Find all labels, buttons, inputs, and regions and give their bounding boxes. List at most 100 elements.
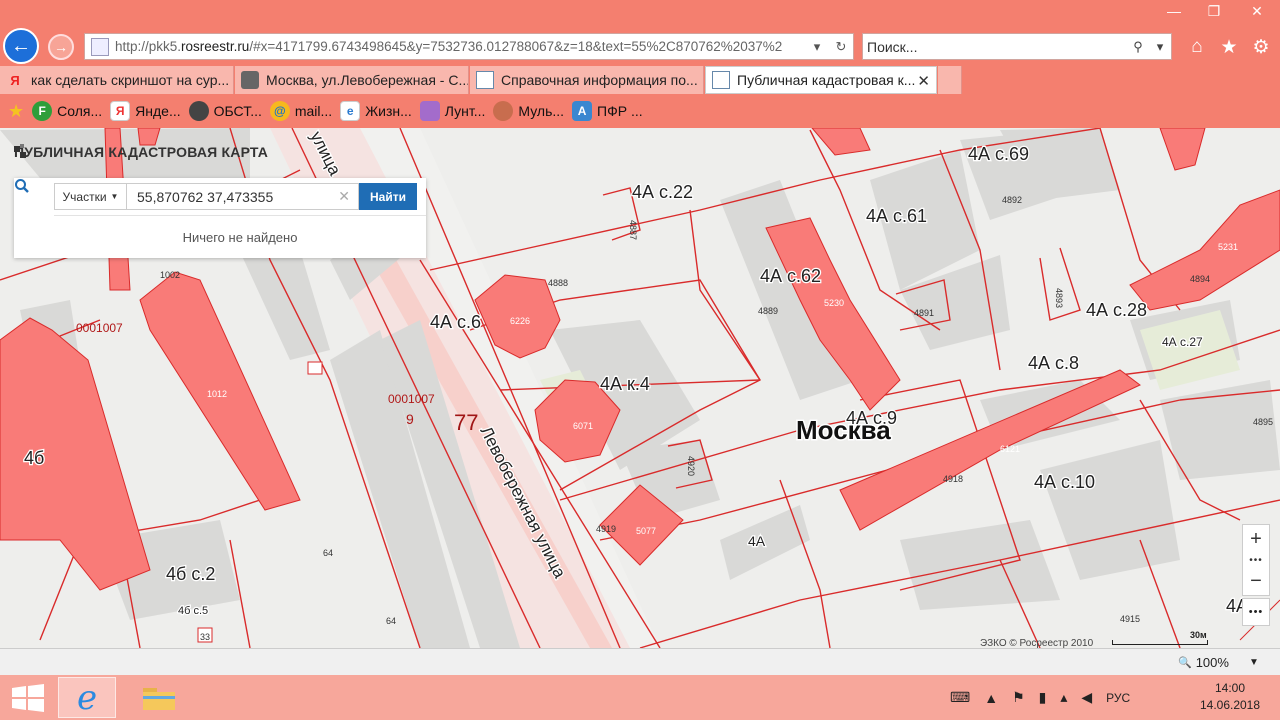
zoom-in-button[interactable]: + [1243, 525, 1269, 553]
pfr-icon: A [572, 101, 593, 121]
close-window-button[interactable]: ✕ [1234, 0, 1280, 22]
search-icon[interactable]: ⚲ [1127, 39, 1149, 55]
keyboard-icon[interactable]: ⌨ [950, 689, 970, 706]
zoom-out-button[interactable]: − [1243, 567, 1269, 595]
tab-label: Публичная кадастровая к... [737, 72, 916, 88]
navigation-row: ← → http://pkk5.rosreestr.ru/#x=4171799.… [0, 26, 1280, 66]
avatar-icon [188, 101, 209, 121]
building-label: 4А с.62 [760, 266, 821, 286]
search-icon[interactable] [14, 178, 54, 215]
more-tools-button[interactable]: ••• [1242, 598, 1270, 626]
add-favorite-star-icon[interactable]: ★ [8, 101, 24, 122]
clock[interactable]: 14:00 14.06.2018 [1190, 680, 1270, 714]
favorite-item[interactable]: @ mail... [269, 101, 332, 121]
windows-start-icon[interactable] [8, 683, 48, 713]
building-label: 4А с.27 [1162, 335, 1203, 349]
tab-reference-info[interactable]: Справочная информация по... [470, 66, 704, 94]
home-icon[interactable]: ⌂ [1182, 35, 1212, 59]
zoom-level[interactable]: 🔍 100% ▼ [1178, 655, 1259, 670]
tab-moscow-street[interactable]: Москва, ул.Левобережная - С... [235, 66, 469, 94]
tab-label: Справочная информация по... [501, 72, 698, 88]
browser-status-bar: 🔍 100% ▼ [0, 648, 1280, 675]
building-label: 4А с.28 [1086, 300, 1147, 320]
settings-gear-icon[interactable]: ⚙ [1246, 35, 1276, 59]
favorite-item[interactable]: Лунт... [419, 101, 485, 121]
battery-icon[interactable]: ▮ [1039, 689, 1047, 706]
page-favicon-icon [91, 37, 109, 56]
cadastral-map[interactable]: 4А с.69 4А с.22 4А с.61 4А с.62 4А с.28 … [0, 128, 1280, 648]
forward-button[interactable]: → [48, 34, 74, 60]
parcel-label: 1012 [207, 389, 227, 399]
building-label: 4А с.8 [1028, 353, 1079, 373]
parcel-label: 4892 [1002, 195, 1022, 205]
parcel-label: 64 [386, 616, 396, 626]
folder-icon [143, 687, 175, 710]
favorite-item[interactable]: ОБСТ... [188, 101, 262, 121]
taskbar-ie-app[interactable]: e [58, 677, 116, 718]
minimize-button[interactable]: — [1154, 0, 1194, 22]
zoom-slider-handle[interactable]: ••• [1243, 553, 1269, 567]
parcel-label: 6071 [573, 421, 593, 431]
browser-search-input[interactable] [867, 38, 1127, 55]
favorite-item[interactable]: Муль... [493, 101, 564, 121]
district-number: 77 [454, 410, 478, 435]
map-search-input[interactable]: 55,870762 37,473355 ✕ [127, 183, 359, 210]
refresh-icon[interactable]: ↻ [829, 39, 853, 55]
favorite-item[interactable]: Я Янде... [110, 101, 181, 121]
signal-icon[interactable]: ▴ [1060, 689, 1067, 706]
cartoon-icon [493, 101, 514, 121]
clear-icon[interactable]: ✕ [338, 188, 350, 205]
maximize-button[interactable]: ❐ [1194, 0, 1234, 22]
tray-expand-icon[interactable]: ▲ [984, 690, 998, 706]
search-dropdown-icon[interactable]: ▾ [1149, 39, 1171, 55]
rosreestr-icon [712, 71, 730, 89]
map-attribution: ЭЗКО © Росреестр 2010 [980, 638, 1094, 648]
find-button[interactable]: Найти [359, 183, 417, 210]
tab-yandex-search[interactable]: Я как сделать скриншот на сур... [0, 66, 234, 94]
favorite-item[interactable]: A ПФР ... [572, 101, 643, 121]
cartoon-icon [419, 101, 440, 121]
back-button[interactable]: ← [3, 28, 39, 64]
parcel-label: 6226 [510, 316, 530, 326]
tab-label: как сделать скриншот на сур... [31, 72, 230, 88]
yandex-icon: Я [10, 72, 20, 88]
rosreestr-logo-icon [14, 144, 26, 158]
parcel-label: 0001007 [388, 392, 435, 406]
back-arrow-icon: ← [11, 34, 31, 57]
small-parcel [307, 361, 323, 375]
url-text[interactable]: http://pkk5.rosreestr.ru/#x=4171799.6743… [115, 39, 805, 54]
flag-icon[interactable]: ⚑ [1012, 689, 1025, 706]
tab-row: Я как сделать скриншот на сур... Москва,… [0, 66, 1280, 94]
volume-icon[interactable]: ◀ [1081, 689, 1092, 706]
language-indicator[interactable]: РУС [1106, 691, 1130, 705]
scale-label: 30м [1190, 630, 1207, 640]
clock-time: 14:00 [1214, 681, 1246, 695]
tab-label: Москва, ул.Левобережная - С... [266, 72, 469, 88]
map-search-row: Участки ▼ 55,870762 37,473355 ✕ Найти [14, 178, 426, 215]
mail-icon: @ [269, 101, 290, 121]
browser-chrome: — ❐ ✕ ← → http://pkk5.rosreestr.ru/#x=41… [0, 0, 1280, 128]
building-label: 4А с.61 [866, 206, 927, 226]
address-dropdown-icon[interactable]: ▾ [805, 39, 829, 55]
new-tab-button[interactable] [938, 66, 962, 94]
parcel-label: 4920 [686, 456, 696, 476]
zoom-magnifier-icon: 🔍 [1178, 657, 1192, 669]
ie-icon: e [76, 677, 98, 718]
parcel-label: 4889 [758, 306, 778, 316]
favorite-item[interactable]: F Соля... [32, 101, 102, 121]
favorites-star-icon[interactable]: ★ [1214, 35, 1244, 59]
yandex-icon: Я [110, 101, 131, 121]
parcel-label: 4888 [548, 278, 568, 288]
address-bar[interactable]: http://pkk5.rosreestr.ru/#x=4171799.6743… [84, 33, 854, 60]
object-type-select[interactable]: Участки ▼ [54, 183, 127, 210]
favorite-item[interactable]: e Жизн... [340, 101, 412, 121]
browser-search-box[interactable]: ⚲ ▾ [862, 33, 1172, 60]
building-label: 4А к.4 [600, 374, 650, 394]
building-label: 4А с.10 [1034, 472, 1095, 492]
taskbar-explorer-app[interactable] [130, 677, 188, 718]
scale-bar [1112, 640, 1208, 645]
tab-cadastral-map[interactable]: Публичная кадастровая к... ✕ [705, 66, 937, 94]
site-icon [241, 71, 259, 89]
parcel-label: 9 [406, 411, 414, 427]
close-tab-icon[interactable]: ✕ [917, 72, 930, 90]
